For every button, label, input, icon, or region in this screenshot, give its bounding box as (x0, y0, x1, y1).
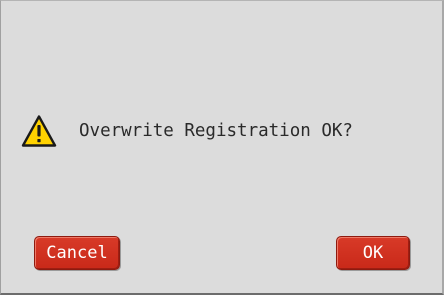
message-row: Overwrite Registration OK? (21, 113, 353, 149)
dialog-message: Overwrite Registration OK? (79, 121, 353, 141)
warning-icon (21, 115, 57, 147)
ok-button[interactable]: OK (336, 236, 410, 270)
cancel-button-label: Cancel (46, 243, 108, 263)
overwrite-registration-dialog: Overwrite Registration OK? Cancel OK (0, 0, 444, 295)
cancel-button[interactable]: Cancel (34, 236, 120, 270)
ok-button-label: OK (362, 243, 384, 263)
